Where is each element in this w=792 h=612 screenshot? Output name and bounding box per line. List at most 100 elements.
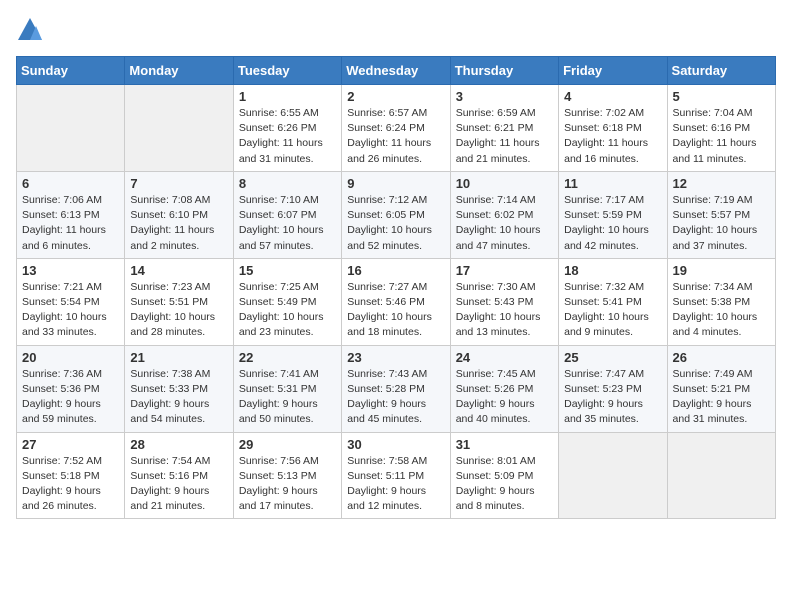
calendar-cell: 5 Sunrise: 7:04 AMSunset: 6:16 PMDaylight… <box>667 85 775 172</box>
weekday-header: Sunday <box>17 57 125 85</box>
calendar-cell: 31 Sunrise: 8:01 AMSunset: 5:09 PMDayligh… <box>450 432 558 519</box>
calendar-cell: 30 Sunrise: 7:58 AMSunset: 5:11 PMDayligh… <box>342 432 450 519</box>
day-info: Sunrise: 7:49 AMSunset: 5:21 PMDaylight:… <box>673 367 770 428</box>
day-number: 9 <box>347 176 444 191</box>
calendar-cell: 15 Sunrise: 7:25 AMSunset: 5:49 PMDayligh… <box>233 258 341 345</box>
day-info: Sunrise: 7:34 AMSunset: 5:38 PMDaylight:… <box>673 280 770 341</box>
calendar-cell: 29 Sunrise: 7:56 AMSunset: 5:13 PMDayligh… <box>233 432 341 519</box>
day-info: Sunrise: 7:30 AMSunset: 5:43 PMDaylight:… <box>456 280 553 341</box>
day-info: Sunrise: 7:25 AMSunset: 5:49 PMDaylight:… <box>239 280 336 341</box>
calendar-cell: 26 Sunrise: 7:49 AMSunset: 5:21 PMDayligh… <box>667 345 775 432</box>
day-number: 10 <box>456 176 553 191</box>
calendar-cell: 11 Sunrise: 7:17 AMSunset: 5:59 PMDayligh… <box>559 171 667 258</box>
calendar-cell: 4 Sunrise: 7:02 AMSunset: 6:18 PMDaylight… <box>559 85 667 172</box>
calendar-week-row: 1Sunrise: 6:55 AMSunset: 6:26 PMDaylight… <box>17 85 776 172</box>
calendar-cell: 8 Sunrise: 7:10 AMSunset: 6:07 PMDaylight… <box>233 171 341 258</box>
calendar-cell <box>559 432 667 519</box>
calendar-cell: 16 Sunrise: 7:27 AMSunset: 5:46 PMDayligh… <box>342 258 450 345</box>
day-info: Sunrise: 7:21 AMSunset: 5:54 PMDaylight:… <box>22 280 119 341</box>
calendar-cell: 23 Sunrise: 7:43 AMSunset: 5:28 PMDayligh… <box>342 345 450 432</box>
weekday-header: Friday <box>559 57 667 85</box>
calendar-cell: 28Sunrise: 7:54 AMSunset: 5:16 PMDayligh… <box>125 432 233 519</box>
day-number: 11 <box>564 176 661 191</box>
calendar-week-row: 13 Sunrise: 7:21 AMSunset: 5:54 PMDayligh… <box>17 258 776 345</box>
day-info: Sunrise: 7:54 AMSunset: 5:16 PMDaylight:… <box>130 454 227 515</box>
weekday-header: Monday <box>125 57 233 85</box>
day-number: 4 <box>564 89 661 104</box>
calendar-cell: 14 Sunrise: 7:23 AMSunset: 5:51 PMDayligh… <box>125 258 233 345</box>
day-number: 24 <box>456 350 553 365</box>
day-number: 13 <box>22 263 119 278</box>
day-info: Sunrise: 7:08 AMSunset: 6:10 PMDaylight:… <box>130 193 227 254</box>
day-number: 14 <box>130 263 227 278</box>
day-number: 15 <box>239 263 336 278</box>
day-info: Sunrise: 7:58 AMSunset: 5:11 PMDaylight:… <box>347 454 444 515</box>
calendar-cell: 9 Sunrise: 7:12 AMSunset: 6:05 PMDaylight… <box>342 171 450 258</box>
calendar-cell: 20Sunrise: 7:36 AMSunset: 5:36 PMDayligh… <box>17 345 125 432</box>
day-info: Sunrise: 7:27 AMSunset: 5:46 PMDaylight:… <box>347 280 444 341</box>
calendar-cell: 17 Sunrise: 7:30 AMSunset: 5:43 PMDayligh… <box>450 258 558 345</box>
day-number: 8 <box>239 176 336 191</box>
day-number: 2 <box>347 89 444 104</box>
day-number: 27 <box>22 437 119 452</box>
calendar-cell: 18Sunrise: 7:32 AMSunset: 5:41 PMDayligh… <box>559 258 667 345</box>
calendar-cell <box>667 432 775 519</box>
weekday-header: Saturday <box>667 57 775 85</box>
day-info: Sunrise: 7:32 AMSunset: 5:41 PMDaylight:… <box>564 280 661 341</box>
calendar-cell: 7 Sunrise: 7:08 AMSunset: 6:10 PMDaylight… <box>125 171 233 258</box>
calendar-week-row: 20Sunrise: 7:36 AMSunset: 5:36 PMDayligh… <box>17 345 776 432</box>
weekday-header: Thursday <box>450 57 558 85</box>
page-header <box>16 16 776 44</box>
calendar-cell: 19 Sunrise: 7:34 AMSunset: 5:38 PMDayligh… <box>667 258 775 345</box>
day-info: Sunrise: 7:56 AMSunset: 5:13 PMDaylight:… <box>239 454 336 515</box>
weekday-header-row: SundayMondayTuesdayWednesdayThursdayFrid… <box>17 57 776 85</box>
day-number: 3 <box>456 89 553 104</box>
calendar-week-row: 6Sunrise: 7:06 AMSunset: 6:13 PMDaylight… <box>17 171 776 258</box>
calendar-cell: 12Sunrise: 7:19 AMSunset: 5:57 PMDayligh… <box>667 171 775 258</box>
calendar-week-row: 27Sunrise: 7:52 AMSunset: 5:18 PMDayligh… <box>17 432 776 519</box>
day-number: 26 <box>673 350 770 365</box>
calendar-cell: 24 Sunrise: 7:45 AMSunset: 5:26 PMDayligh… <box>450 345 558 432</box>
day-number: 17 <box>456 263 553 278</box>
day-info: Sunrise: 6:57 AMSunset: 6:24 PMDaylight:… <box>347 106 444 167</box>
day-info: Sunrise: 7:04 AMSunset: 6:16 PMDaylight:… <box>673 106 770 167</box>
day-info: Sunrise: 7:47 AMSunset: 5:23 PMDaylight:… <box>564 367 661 428</box>
day-number: 30 <box>347 437 444 452</box>
logo-icon <box>16 16 44 44</box>
day-info: Sunrise: 7:17 AMSunset: 5:59 PMDaylight:… <box>564 193 661 254</box>
day-info: Sunrise: 7:45 AMSunset: 5:26 PMDaylight:… <box>456 367 553 428</box>
day-info: Sunrise: 7:36 AMSunset: 5:36 PMDaylight:… <box>22 367 119 428</box>
day-number: 5 <box>673 89 770 104</box>
day-number: 21 <box>130 350 227 365</box>
weekday-header: Tuesday <box>233 57 341 85</box>
day-info: Sunrise: 8:01 AMSunset: 5:09 PMDaylight:… <box>456 454 553 515</box>
calendar-cell: 3Sunrise: 6:59 AMSunset: 6:21 PMDaylight… <box>450 85 558 172</box>
day-number: 16 <box>347 263 444 278</box>
calendar-cell <box>17 85 125 172</box>
calendar-cell: 22Sunrise: 7:41 AMSunset: 5:31 PMDayligh… <box>233 345 341 432</box>
day-info: Sunrise: 7:06 AMSunset: 6:13 PMDaylight:… <box>22 193 119 254</box>
calendar-cell: 2 Sunrise: 6:57 AMSunset: 6:24 PMDaylight… <box>342 85 450 172</box>
day-info: Sunrise: 7:23 AMSunset: 5:51 PMDaylight:… <box>130 280 227 341</box>
day-info: Sunrise: 7:14 AMSunset: 6:02 PMDaylight:… <box>456 193 553 254</box>
logo <box>16 16 48 44</box>
day-info: Sunrise: 7:10 AMSunset: 6:07 PMDaylight:… <box>239 193 336 254</box>
day-number: 29 <box>239 437 336 452</box>
calendar-cell: 1Sunrise: 6:55 AMSunset: 6:26 PMDaylight… <box>233 85 341 172</box>
calendar-cell <box>125 85 233 172</box>
day-number: 31 <box>456 437 553 452</box>
calendar-cell: 27Sunrise: 7:52 AMSunset: 5:18 PMDayligh… <box>17 432 125 519</box>
day-number: 7 <box>130 176 227 191</box>
calendar-cell: 6Sunrise: 7:06 AMSunset: 6:13 PMDaylight… <box>17 171 125 258</box>
day-number: 19 <box>673 263 770 278</box>
day-number: 12 <box>673 176 770 191</box>
day-info: Sunrise: 7:12 AMSunset: 6:05 PMDaylight:… <box>347 193 444 254</box>
day-info: Sunrise: 7:43 AMSunset: 5:28 PMDaylight:… <box>347 367 444 428</box>
day-info: Sunrise: 7:41 AMSunset: 5:31 PMDaylight:… <box>239 367 336 428</box>
day-info: Sunrise: 7:38 AMSunset: 5:33 PMDaylight:… <box>130 367 227 428</box>
calendar-cell: 21 Sunrise: 7:38 AMSunset: 5:33 PMDayligh… <box>125 345 233 432</box>
day-info: Sunrise: 7:02 AMSunset: 6:18 PMDaylight:… <box>564 106 661 167</box>
day-number: 1 <box>239 89 336 104</box>
day-number: 23 <box>347 350 444 365</box>
calendar-cell: 10 Sunrise: 7:14 AMSunset: 6:02 PMDayligh… <box>450 171 558 258</box>
